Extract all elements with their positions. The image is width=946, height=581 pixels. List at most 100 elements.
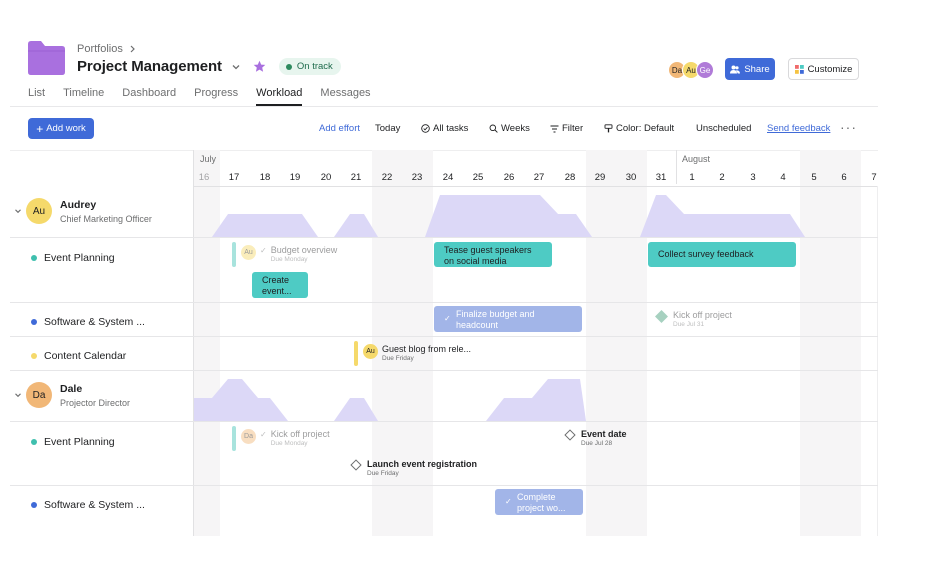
task-title: Kick off project (270, 429, 330, 439)
add-work-button[interactable]: + Add work (28, 118, 94, 139)
task-marker (232, 426, 236, 451)
task-finalize-budget[interactable]: ✓ Finalize budget and headcount (434, 306, 582, 332)
avatar: Au (241, 245, 256, 260)
project-name: Event Planning (44, 252, 115, 264)
all-tasks-label: All tasks (433, 123, 469, 134)
send-feedback-link[interactable]: Send feedback (767, 123, 830, 134)
person-role: Chief Marketing Officer (60, 213, 152, 224)
day-label: 4 (780, 172, 786, 183)
task-budget-overview[interactable]: Au ✓ Budget overview Due Monday (241, 245, 337, 264)
filter-button[interactable]: Filter (550, 123, 583, 134)
customize-button[interactable]: Customize (788, 58, 859, 80)
filter-icon (550, 125, 559, 132)
avatar: Au (26, 198, 52, 224)
task-text: Launch event registration Due Friday (367, 459, 477, 478)
tab-progress[interactable]: Progress (194, 87, 238, 106)
task-due: Due Friday (382, 355, 414, 362)
task-text: Kick off project Due Monday (271, 429, 330, 448)
task-due: Due Monday (270, 256, 308, 263)
avatar[interactable]: Ge (696, 61, 714, 79)
project-color-dot (31, 255, 37, 261)
project-row[interactable]: Content Calendar (31, 350, 126, 362)
task-due: Due Jul 31 (673, 321, 705, 328)
tab-workload[interactable]: Workload (256, 87, 303, 106)
tab-dashboard[interactable]: Dashboard (122, 87, 176, 106)
chevron-down-icon[interactable] (14, 207, 22, 215)
row-divider (10, 302, 878, 303)
weeks-zoom-button[interactable]: Weeks (489, 123, 530, 134)
task-title: Budget overview (270, 245, 338, 255)
status-badge[interactable]: On track (278, 58, 341, 75)
check-icon: ✓ (505, 497, 512, 506)
task-create-event[interactable]: Create event... (252, 272, 308, 298)
check-icon: ✓ (260, 246, 267, 255)
row-divider (10, 336, 878, 337)
day-label: 18 (259, 172, 271, 183)
audrey-workload-graph (212, 195, 805, 237)
milestone-icon (564, 429, 576, 441)
task-title: Launch event registration (367, 459, 478, 469)
task-text: Budget overview Due Monday (271, 245, 338, 264)
task-complete-project[interactable]: ✓ Complete project wo... (495, 489, 583, 515)
task-title: Kick off project (673, 310, 732, 320)
person-info: Dale Projector Director (60, 383, 130, 408)
customize-grid-icon (794, 64, 804, 74)
project-color-dot (31, 353, 37, 359)
tabs-divider (10, 106, 878, 107)
task-event-date[interactable]: Event date Due Jul 28 (564, 429, 627, 448)
day-label: 7 (871, 172, 877, 183)
day-label: 24 (442, 172, 454, 183)
task-launch-registration[interactable]: Launch event registration Due Friday (350, 459, 477, 478)
color-label: Color: Default (616, 123, 675, 134)
project-row[interactable]: Event Planning (31, 436, 115, 448)
tab-timeline[interactable]: Timeline (63, 87, 104, 106)
day-label: 19 (289, 172, 301, 183)
project-name: Software & System ... (44, 499, 145, 511)
people-icon (730, 65, 741, 73)
chevron-down-icon[interactable] (14, 391, 22, 399)
month-label: July (200, 154, 217, 164)
unscheduled-button[interactable]: Unscheduled (696, 123, 751, 134)
task-due: Due Friday (367, 470, 399, 477)
project-row[interactable]: Software & System ... (31, 499, 145, 511)
task-text: Guest blog from rele... Due Friday (382, 344, 471, 363)
person-name: Dale (60, 382, 83, 395)
project-color-dot (31, 319, 37, 325)
task-title: Finalize budget and headcount (456, 309, 535, 330)
share-label: Share (744, 63, 770, 75)
filter-label: Filter (562, 123, 584, 134)
dale-workload-graph (194, 379, 586, 421)
color-button[interactable]: Color: Default (604, 123, 674, 134)
person-row-dale[interactable]: Da Dale Projector Director (14, 382, 130, 408)
task-tease-guest-speakers[interactable]: Tease guest speakers on social media (434, 242, 552, 267)
member-avatars[interactable]: Da Au Ge (668, 61, 714, 79)
task-guest-blog[interactable]: Au Guest blog from rele... Due Friday (363, 344, 471, 363)
person-row-audrey[interactable]: Au Audrey Chief Marketing Officer (14, 198, 152, 224)
day-label: 6 (841, 172, 847, 183)
breadcrumb[interactable]: Portfolios (77, 43, 136, 55)
month-label: August (682, 154, 711, 164)
task-collect-survey-feedback[interactable]: Collect survey feedback (648, 242, 796, 267)
day-label: 26 (503, 172, 515, 183)
task-title: Event date (581, 429, 627, 439)
day-label: 25 (472, 172, 484, 183)
day-label: 23 (411, 172, 423, 183)
breadcrumb-portfolios[interactable]: Portfolios (77, 43, 123, 55)
chevron-down-icon[interactable] (231, 62, 241, 72)
share-button[interactable]: Share (725, 58, 775, 80)
day-label: 30 (625, 172, 637, 183)
project-row[interactable]: Event Planning (31, 252, 115, 264)
zoom-icon (489, 124, 498, 133)
all-tasks-filter[interactable]: All tasks (421, 123, 468, 134)
star-icon[interactable] (253, 60, 266, 73)
tab-messages[interactable]: Messages (320, 87, 370, 106)
project-row[interactable]: Software & System ... (31, 316, 145, 328)
tab-list[interactable]: List (28, 87, 45, 106)
paint-icon (604, 124, 613, 133)
task-kickoff-project[interactable]: Kick off project Due Jul 31 (655, 310, 732, 329)
more-options-icon[interactable]: ··· (840, 119, 857, 135)
today-button[interactable]: Today (375, 123, 400, 134)
milestone-complete-icon (655, 310, 668, 323)
task-kickoff-project[interactable]: Da ✓ Kick off project Due Monday (241, 429, 330, 448)
add-effort-button[interactable]: Add effort (319, 123, 360, 134)
